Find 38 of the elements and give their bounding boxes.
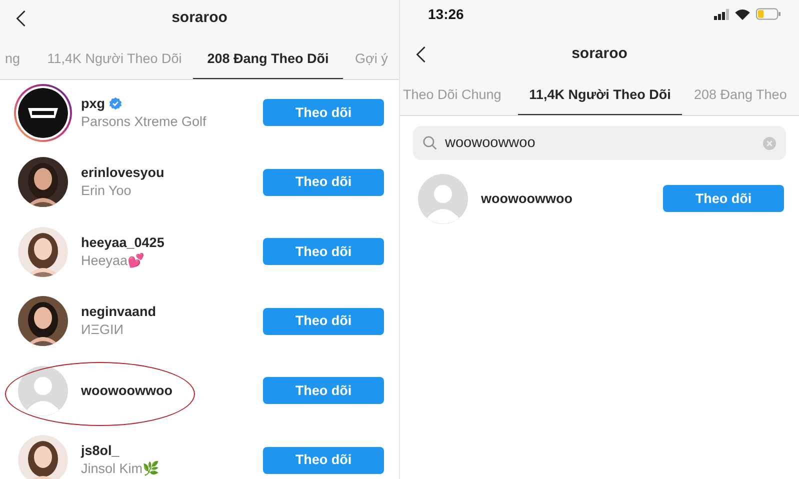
tab[interactable]: 11,4K Người Theo Dõi <box>36 40 193 79</box>
back-icon[interactable] <box>16 10 26 26</box>
status-time: 13:26 <box>428 4 465 24</box>
follow-button[interactable]: Theo dõi <box>663 185 784 212</box>
back-icon[interactable] <box>416 46 426 62</box>
follow-button[interactable]: Theo dõi <box>263 377 384 404</box>
follow-button[interactable]: Theo dõi <box>263 308 384 335</box>
wifi-icon <box>735 8 750 20</box>
tab[interactable]: Theo Dõi Chung <box>400 76 518 115</box>
tab[interactable]: 208 Đang Theo <box>682 76 799 115</box>
header-title: soraroo <box>570 44 628 64</box>
default-avatar-icon <box>418 174 468 224</box>
tab[interactable]: ng <box>0 40 36 79</box>
username[interactable]: woowoowwoo <box>81 382 172 400</box>
username[interactable]: woowoowwoo <box>481 190 572 208</box>
full-name: ИΞGIИ <box>81 321 124 340</box>
full-name: Erin Yoo <box>81 182 132 200</box>
follow-button[interactable]: Theo dõi <box>263 99 384 126</box>
username[interactable]: neginvaand <box>81 303 156 322</box>
default-avatar-icon <box>18 366 68 416</box>
follow-button[interactable]: Theo dõi <box>263 446 384 474</box>
follow-button[interactable]: Theo dõi <box>263 238 384 266</box>
tab[interactable]: 208 Đang Theo Dõi <box>193 40 343 79</box>
full-name: Heeyaa💕 <box>81 252 146 270</box>
username[interactable]: pxg <box>81 94 106 113</box>
full-name: Parsons Xtreme Golf <box>81 112 208 131</box>
username[interactable]: erinlovesyou <box>81 164 164 182</box>
header-title: soraroo <box>170 8 228 28</box>
search-icon <box>423 136 437 150</box>
username[interactable]: heeyaa_0425 <box>81 234 164 252</box>
search-field[interactable]: woowoowwoo <box>413 126 786 160</box>
battery-icon <box>756 8 781 20</box>
signal-icon <box>714 8 730 20</box>
username[interactable]: js8ol_ <box>81 442 120 460</box>
follow-button[interactable]: Theo dõi <box>263 168 384 196</box>
full-name: Jinsol Kim🌿 <box>81 460 161 478</box>
tab[interactable]: Gợi ý <box>343 40 399 79</box>
tab[interactable]: 11,4K Người Theo Dõi <box>518 76 682 115</box>
